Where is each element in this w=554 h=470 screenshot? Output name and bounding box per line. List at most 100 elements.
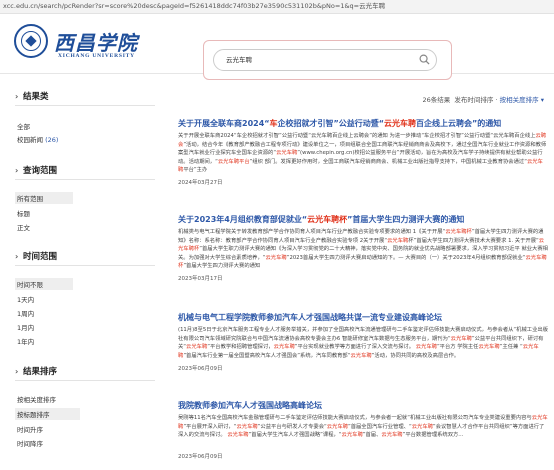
result-snippet: 关于开展全联车商2024“车企校招就才引智”公益行动暨“云光车聘百企线上云聘会”… <box>178 132 548 174</box>
result-title[interactable]: 关于2023年4月组织教育部促就业“云光车聘杯”首届大学生四力测评大赛的通知 <box>178 214 548 225</box>
result-title[interactable]: 关于开展全联车商2024“车企校招就才引智”公益行动暨“云光车聘百企线上云聘会”… <box>178 118 548 129</box>
keyword-highlight: 云光车聘 <box>265 254 287 261</box>
text-run: ”主任兼 “ <box>499 344 523 351</box>
sort-time-asc[interactable]: 时间升序 <box>17 424 43 434</box>
result-count-number: 26 <box>422 96 431 104</box>
text-run: 吴刚等11名汽车全国高校汽车金融管理研与二手车鉴定评估师技能大赛启动仪式，与参会… <box>178 415 532 421</box>
divider <box>15 179 155 180</box>
keyword-highlight: 云光车聘 <box>450 335 472 342</box>
text-run: 杯”首届大学生四力测评大赛技术大赛要求 1. 关于开展“ <box>408 237 539 244</box>
keyword-highlight: 云光车聘 <box>350 352 372 359</box>
text-run: ”2023首届大学生四力测评大赛启动通知的下。— 大赛目的（一）关于2023年4… <box>286 254 526 261</box>
site-header: 西昌学院 XICHANG UNIVERSITY 云光车聘 <box>0 14 554 80</box>
result-date: 2023年03月17日 <box>178 276 223 282</box>
keyword-highlight: 云光车聘 <box>384 119 417 128</box>
sort-by-time-link[interactable]: 发布时间排序 <box>454 96 493 104</box>
filter-time-any[interactable]: 时间不限 <box>15 278 73 290</box>
keyword-highlight: 云光车聘 <box>415 344 437 351</box>
search-icon[interactable] <box>419 54 430 65</box>
sort-separator: · <box>495 96 498 104</box>
chevron-right-icon: › <box>15 367 19 376</box>
text-run: 机械与电气工程学院教师参加汽车人才强国战略共谋一流专业建设高峰论坛 <box>178 313 442 322</box>
result-item: 机械与电气工程学院教师参加汽车人才强国战略共谋一流专业建设高峰论坛 (11月)8… <box>178 312 548 372</box>
filter-1-month[interactable]: 1月内 <box>17 322 34 332</box>
sort-by-relevance-link[interactable]: 按相关度排序 <box>500 96 539 104</box>
text-run: ”首届大学生四力测评大赛的通知 <box>183 263 261 270</box>
section-title-label: 时间范围 <box>23 252 58 262</box>
sort-title[interactable]: 按标题排序 <box>15 408 80 420</box>
sidebar: › 结果类 全部 校园新闻 (26) › 查询范围 所有范围 标题 正文 › 时间范围… <box>0 74 160 470</box>
filter-all[interactable]: 全部 <box>17 121 30 131</box>
result-date: 2023年06月09日 <box>178 454 223 460</box>
chevron-right-icon: › <box>15 92 19 101</box>
keyword-highlight: 云光车聘 <box>227 432 249 439</box>
keyword-highlight: 云光车聘 <box>186 344 208 351</box>
text-run: 企校招就才引智”公益行动暨“ <box>277 119 385 128</box>
filter-all-range[interactable]: 所有范围 <box>15 192 73 204</box>
search-box: 云光车聘 <box>203 40 452 80</box>
result-title[interactable]: 机械与电气工程学院教师参加汽车人才强国战略共谋一流专业建设高峰论坛 <box>178 312 548 323</box>
section-title-sort: › 结果排序 <box>15 365 57 377</box>
text-run: 百企线上云聘会”的通知 <box>416 119 502 128</box>
keyword-highlight: 车 <box>269 119 278 128</box>
result-snippet: 吴刚等11名汽车全国高校汽车金融管理研与二手车鉴定评估师技能大赛启动仪式，与参会… <box>178 414 548 448</box>
keyword-highlight: 云光车聘 <box>326 423 348 430</box>
keyword-highlight: 云光车聘 <box>387 237 409 244</box>
keyword-highlight: 云光车聘 <box>411 423 433 430</box>
keyword-highlight: 云光车聘 <box>276 150 298 157</box>
text-run: ”平台教学和招聘管理探讨， <box>207 344 274 351</box>
chevron-right-icon: › <box>15 252 19 261</box>
logo-text[interactable]: 西昌学院 <box>54 27 138 56</box>
search-input[interactable]: 云光车聘 <box>213 49 437 71</box>
browser-url-bar[interactable]: xcc.edu.cn/search/pcRender?sr=score%20de… <box>0 0 554 14</box>
text-run: ”首届大学生四力测评大赛的通知 <box>347 215 465 224</box>
section-title-label: 结果排序 <box>23 367 58 377</box>
divider <box>15 105 155 106</box>
result-count-suffix: 条结果 <box>430 96 451 104</box>
result-toolbar: 26条结果 发布时间排序 · 按相关度排序 ▾ <box>423 94 545 104</box>
sort-time-desc[interactable]: 时间降序 <box>17 438 43 448</box>
sort-relevance[interactable]: 按相关度排序 <box>17 394 56 404</box>
divider <box>15 380 155 381</box>
filter-body[interactable]: 正文 <box>17 222 30 232</box>
filter-1-day[interactable]: 1天内 <box>17 294 34 304</box>
text-run: ”平台数据管理系统双方... <box>402 432 464 439</box>
filter-campus-news[interactable]: 校园新闻 (26) <box>17 134 58 144</box>
result-snippet: (11月)8至5日于北京汽车服务工程专业人才服务举措关，并参加了全国高校汽车流通… <box>178 326 548 360</box>
keyword-highlight: 云光车聘杯 <box>307 215 348 224</box>
filter-1-week[interactable]: 1周内 <box>17 308 34 318</box>
text-run: ”首届大学生汽车人才强国战略”课程，“ <box>248 432 342 439</box>
section-title-label: 查询范围 <box>23 166 58 176</box>
keyword-highlight: 云光车聘杯 <box>445 229 472 235</box>
filter-1-year[interactable]: 1年内 <box>17 336 34 346</box>
chevron-down-icon[interactable]: ▾ <box>541 96 544 104</box>
section-title-label: 结果类 <box>23 92 49 102</box>
result-item: 我院教师参加汽车人才强国战略高峰论坛 吴刚等11名汽车全国高校汽车金融管理研与二… <box>178 400 548 460</box>
text-run: ”平台实现就业教学等方面进行了深入交流与探讨。 <box>294 344 416 351</box>
result-date: 2023年06月09日 <box>178 366 223 372</box>
filter-title[interactable]: 标题 <box>17 208 30 218</box>
text-run: ”活动，协同共同的高校及高层合作。 <box>371 352 460 359</box>
filter-label: 校园新闻 <box>17 136 43 144</box>
text-run: 我院教师参加汽车人才强国战略高峰论坛 <box>178 401 322 410</box>
divider <box>15 265 155 266</box>
logo-subtitle: XICHANG UNIVERSITY <box>58 53 135 59</box>
text-run: 机械类与电气工程学院关于转发教育部产学合作协同育人项目汽车行业产教融合实验专项要… <box>178 229 446 235</box>
text-run: 平台”主办 <box>183 167 208 174</box>
section-title-time-range: › 时间范围 <box>15 250 57 262</box>
text-run: ”平台方 学院主任 <box>436 344 479 351</box>
text-run: 关于2023年4月组织教育部促就业“ <box>178 215 308 224</box>
result-title[interactable]: 我院教师参加汽车人才强国战略高峰论坛 <box>178 400 548 411</box>
university-seal-icon[interactable] <box>14 24 48 58</box>
text-run: ”平台展开深入研讨，“ <box>183 423 237 430</box>
text-run: 关于开展全联车商2024“ <box>178 119 270 128</box>
keyword-highlight: 云光车聘 <box>236 423 258 430</box>
keyword-highlight: 云光车聘 <box>381 432 403 439</box>
text-run: 关于开展全联车商2024“车企校招就才引智”公益行动暨“云光车聘百企线上云聘会”… <box>178 133 536 139</box>
keyword-highlight: 云光车聘 <box>478 344 500 351</box>
text-run: ”组织 部门。发挥更好作用时，全国工商联汽车经销商商会、机械工业出版社指导支持下… <box>249 158 527 165</box>
chevron-right-icon: › <box>15 166 19 175</box>
section-title-result-type: › 结果类 <box>15 90 49 102</box>
result-item: 关于开展全联车商2024“车企校招就才引智”公益行动暨“云光车聘百企线上云聘会”… <box>178 118 548 186</box>
section-title-query-range: › 查询范围 <box>15 164 57 176</box>
